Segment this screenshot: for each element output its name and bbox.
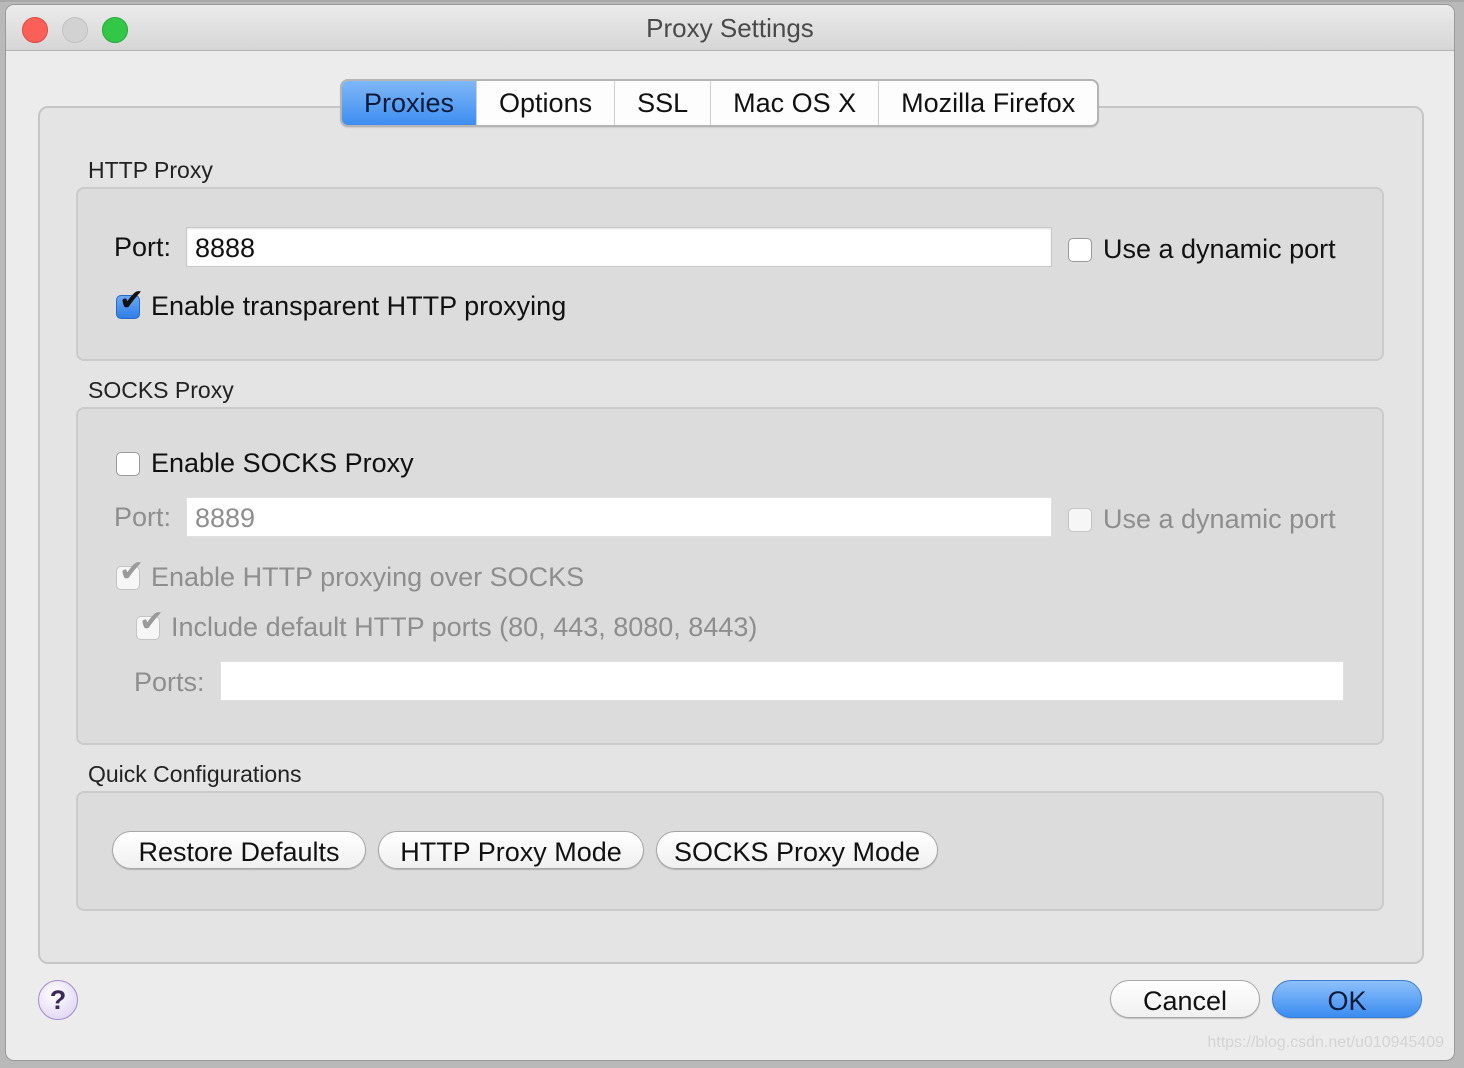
include-default-ports-label: Include default HTTP ports (80, 443, 808… — [171, 612, 758, 642]
cancel-button[interactable]: Cancel — [1110, 980, 1260, 1018]
checkmark-icon: ✔ — [119, 554, 145, 588]
http-dynamic-port-row[interactable]: Use a dynamic port — [1068, 234, 1336, 265]
http-dynamic-port-label: Use a dynamic port — [1103, 234, 1336, 264]
http-port-label: Port: — [114, 232, 172, 262]
proxy-settings-window: Proxy Settings Proxies Options SSL Mac O… — [6, 5, 1454, 1060]
checkmark-icon: ✔ — [139, 604, 165, 638]
socks-port-label: Port: — [114, 502, 172, 532]
checkmark-icon: ✔ — [119, 283, 145, 317]
http-over-socks-label: Enable HTTP proxying over SOCKS — [151, 562, 585, 592]
http-port-input[interactable]: 8888 — [186, 227, 1052, 267]
http-proxy-group — [76, 187, 1384, 361]
transparent-proxying-label: Enable transparent HTTP proxying — [151, 291, 567, 321]
help-button[interactable]: ? — [38, 980, 78, 1020]
tab-ssl[interactable]: SSL — [614, 81, 710, 125]
http-over-socks-row[interactable]: ✔ Enable HTTP proxying over SOCKS — [116, 556, 585, 593]
transparent-proxying-row[interactable]: ✔ Enable transparent HTTP proxying — [116, 285, 567, 322]
socks-proxy-group-label: SOCKS Proxy — [88, 377, 234, 403]
window-title: Proxy Settings — [646, 13, 814, 43]
socks-dynamic-port-row[interactable]: Use a dynamic port — [1068, 504, 1336, 535]
socks-ports-input[interactable] — [220, 661, 1344, 701]
include-default-ports-row[interactable]: ✔ Include default HTTP ports (80, 443, 8… — [136, 606, 758, 643]
http-proxy-mode-button[interactable]: HTTP Proxy Mode — [378, 831, 644, 869]
quick-config-group-label: Quick Configurations — [88, 761, 302, 787]
socks-proxy-mode-button[interactable]: SOCKS Proxy Mode — [656, 831, 938, 869]
tab-mozilla-firefox[interactable]: Mozilla Firefox — [878, 81, 1097, 125]
ok-button[interactable]: OK — [1272, 980, 1422, 1018]
tab-proxies[interactable]: Proxies — [342, 81, 477, 125]
tab-mac-os-x[interactable]: Mac OS X — [710, 81, 878, 125]
enable-socks-checkbox[interactable] — [116, 451, 140, 476]
transparent-proxying-checkbox[interactable]: ✔ — [116, 285, 144, 319]
tab-bar: Proxies Options SSL Mac OS X Mozilla Fir… — [340, 79, 1100, 127]
restore-defaults-button[interactable]: Restore Defaults — [112, 831, 366, 869]
socks-dynamic-port-checkbox[interactable] — [1068, 507, 1092, 532]
tab-options[interactable]: Options — [476, 81, 614, 125]
socks-dynamic-port-label: Use a dynamic port — [1103, 504, 1336, 534]
socks-ports-label: Ports: — [134, 667, 205, 697]
title-bar[interactable]: Proxy Settings — [6, 5, 1454, 51]
watermark-text: https://blog.csdn.net/u010945409 — [1207, 1034, 1444, 1051]
http-proxy-group-label: HTTP Proxy — [88, 157, 213, 183]
include-default-ports-checkbox[interactable]: ✔ — [136, 606, 164, 640]
enable-socks-label: Enable SOCKS Proxy — [151, 448, 414, 478]
enable-socks-row[interactable]: Enable SOCKS Proxy — [116, 448, 414, 479]
http-dynamic-port-checkbox[interactable] — [1068, 237, 1092, 262]
http-over-socks-checkbox[interactable]: ✔ — [116, 556, 144, 590]
socks-port-input[interactable]: 8889 — [186, 497, 1052, 537]
